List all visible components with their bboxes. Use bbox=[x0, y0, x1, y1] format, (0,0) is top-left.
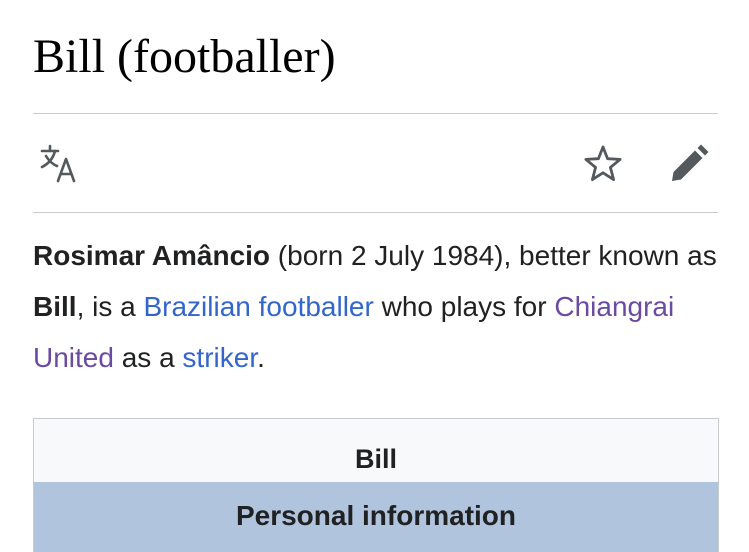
lead-text: . bbox=[257, 342, 265, 373]
translate-icon bbox=[40, 144, 76, 183]
subject-nickname: Bill bbox=[33, 291, 77, 322]
striker-link[interactable]: striker bbox=[182, 342, 257, 373]
lead-paragraph: Rosimar Amâncio (born 2 July 1984), bett… bbox=[33, 230, 723, 383]
star-outline-icon bbox=[584, 145, 622, 181]
page-actions-toolbar bbox=[33, 114, 718, 212]
page-title: Bill (footballer) bbox=[33, 30, 336, 83]
infobox-section-header: Personal information bbox=[34, 482, 718, 552]
brazilian-footballer-link[interactable]: Brazilian footballer bbox=[143, 291, 373, 322]
subject-name: Rosimar Amâncio bbox=[33, 240, 271, 271]
lead-text: who plays for bbox=[373, 291, 555, 322]
infobox-section-header-label: Personal information bbox=[235, 500, 517, 531]
edit-button[interactable] bbox=[667, 142, 711, 186]
lead-text: as a bbox=[113, 342, 183, 373]
toolbar-divider bbox=[33, 212, 718, 213]
language-button[interactable] bbox=[37, 142, 81, 186]
lead-text: , is a bbox=[76, 291, 144, 322]
lead-text: (born 2 July 1984), better known as bbox=[270, 240, 717, 271]
infobox-title: Bill bbox=[354, 444, 397, 474]
pencil-icon bbox=[672, 144, 709, 181]
watch-star-button[interactable] bbox=[581, 142, 625, 186]
infobox: Bill Personal information bbox=[33, 418, 719, 552]
